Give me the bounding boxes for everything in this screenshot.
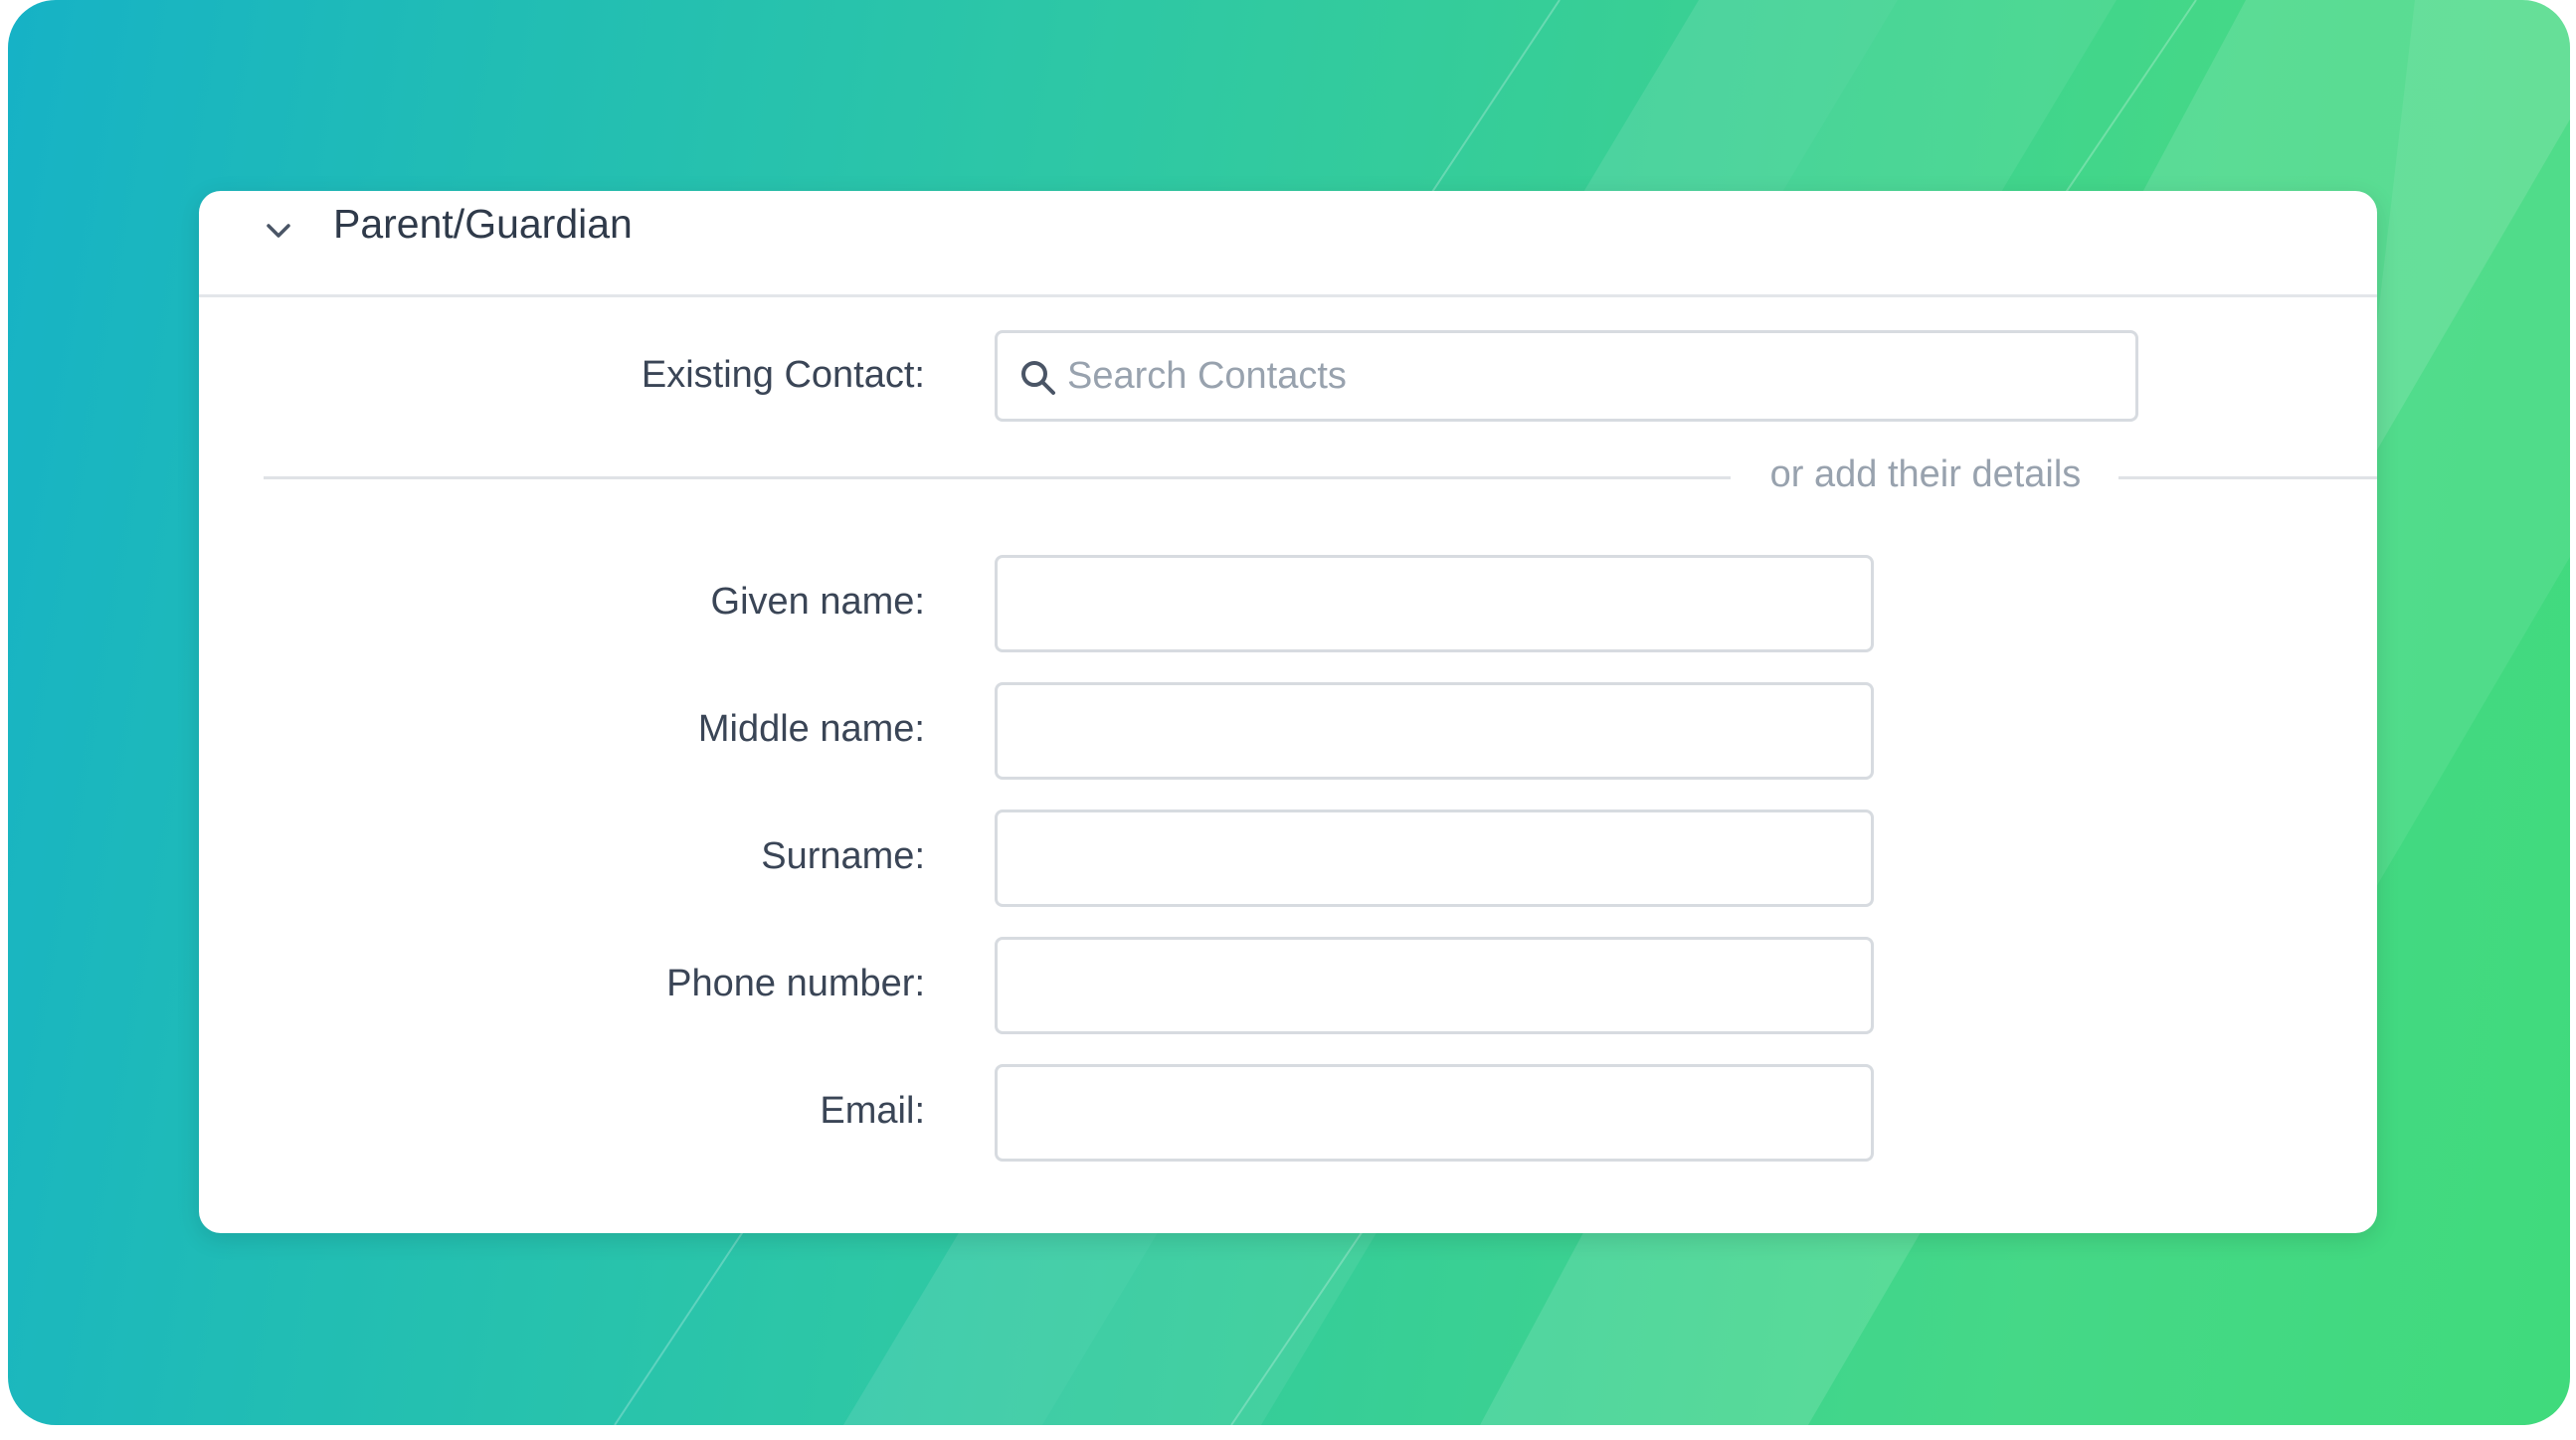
section-title: Parent/Guardian bbox=[333, 201, 633, 247]
given-name-label: Given name: bbox=[710, 581, 925, 623]
surname-input[interactable] bbox=[995, 810, 1874, 907]
search-contacts-input[interactable]: Search Contacts bbox=[995, 330, 2138, 422]
chevron-down-icon[interactable] bbox=[261, 213, 296, 249]
middle-name-row: Middle name: bbox=[199, 682, 2377, 782]
divider-line-left bbox=[264, 476, 1731, 479]
given-name-row: Given name: bbox=[199, 555, 2377, 654]
surname-label: Surname: bbox=[761, 835, 925, 877]
surname-row: Surname: bbox=[199, 810, 2377, 909]
given-name-input[interactable] bbox=[995, 555, 1874, 652]
existing-contact-label: Existing Contact: bbox=[641, 354, 925, 396]
middle-name-label: Middle name: bbox=[697, 708, 925, 750]
email-label: Email: bbox=[820, 1090, 925, 1132]
email-row: Email: bbox=[199, 1064, 2377, 1164]
email-input[interactable] bbox=[995, 1064, 1874, 1162]
phone-number-row: Phone number: bbox=[199, 937, 2377, 1036]
section-header[interactable]: Parent/Guardian bbox=[199, 191, 2377, 297]
phone-number-label: Phone number: bbox=[666, 963, 925, 1004]
search-icon bbox=[1021, 361, 1055, 395]
middle-name-input[interactable] bbox=[995, 682, 1874, 780]
phone-number-input[interactable] bbox=[995, 937, 1874, 1034]
parent-guardian-card: Parent/Guardian Existing Contact: Search… bbox=[199, 191, 2377, 1233]
divider-label: or add their details bbox=[1769, 453, 2082, 495]
divider-line-right bbox=[2118, 476, 2377, 479]
search-placeholder: Search Contacts bbox=[1067, 355, 1347, 397]
